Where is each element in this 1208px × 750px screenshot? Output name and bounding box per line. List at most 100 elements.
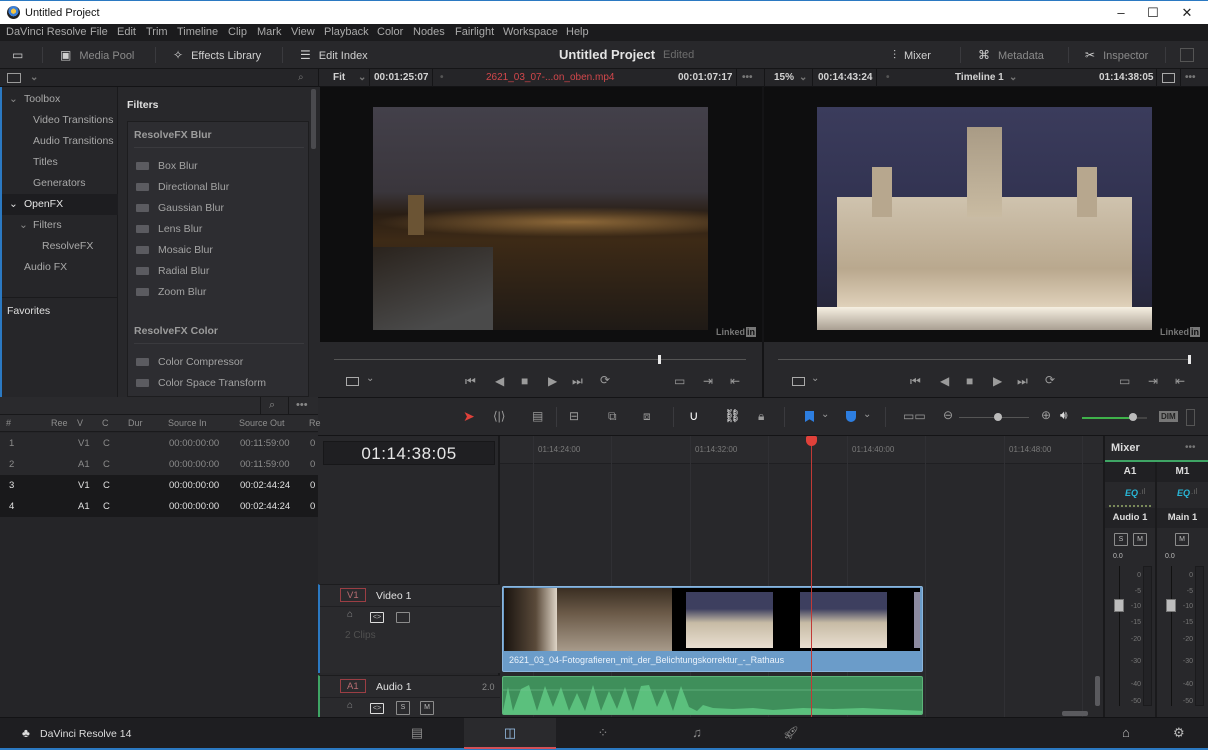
zoom-out-icon[interactable]: ⊖ [943, 408, 953, 422]
solo-button[interactable]: S [396, 701, 410, 715]
minimize-button[interactable]: – [1106, 4, 1136, 22]
jump-to-end-icon[interactable]: ⏭ [1017, 374, 1028, 389]
replace-clip-icon[interactable]: ⧈ [643, 409, 651, 424]
mark-in-icon[interactable]: ⇥ [703, 374, 713, 388]
jump-to-end-icon[interactable]: ⏭ [572, 374, 583, 389]
effects-library-button[interactable]: ✧ Effects Library [173, 41, 261, 69]
col-header[interactable]: Re [309, 418, 321, 428]
menu-trim[interactable]: Trim [146, 26, 168, 38]
source-more-button[interactable]: ••• [742, 72, 753, 83]
zoom-in-icon[interactable]: ⊕ [1041, 408, 1051, 422]
trim-tool-icon[interactable]: ⟨|⟩ [493, 409, 505, 423]
col-header[interactable]: Ree [51, 418, 68, 428]
zoom-slider-handle[interactable] [993, 413, 1002, 421]
mute-button[interactable]: M [1175, 533, 1189, 546]
fader-track[interactable] [1119, 566, 1120, 706]
auto-select-icon[interactable]: <> [370, 703, 384, 714]
tree-item-openfx[interactable]: ⌄ OpenFX [2, 194, 118, 215]
chevron-down-icon[interactable]: ⌄ [1009, 72, 1017, 83]
timeline-more-button[interactable]: ••• [1185, 72, 1196, 83]
snapping-icon[interactable]: ∪ [689, 408, 699, 424]
mark-in-icon[interactable]: ⇥ [1148, 374, 1158, 388]
solo-button[interactable]: S [1114, 533, 1128, 546]
panel-layout-icon[interactable] [7, 73, 21, 83]
disable-track-icon[interactable] [396, 612, 410, 623]
overwrite-clip-icon[interactable]: ⧉ [608, 409, 617, 424]
source-clip-name[interactable]: 2621_03_07-...on_oben.mp4 [486, 72, 614, 83]
menu-playback[interactable]: Playback [324, 26, 369, 38]
col-header[interactable]: C [102, 418, 109, 428]
play-icon[interactable]: ▶ [548, 374, 557, 388]
gear-icon[interactable]: ⚙ [1173, 725, 1185, 741]
chevron-down-icon[interactable]: ⌄ [811, 373, 819, 384]
lock-icon[interactable]: ⌂ [347, 700, 353, 711]
speaker-icon[interactable]: 🔊︎ [1060, 408, 1068, 423]
menu-mark[interactable]: Mark [257, 26, 281, 38]
menu-color[interactable]: Color [377, 26, 403, 38]
col-header[interactable]: Source In [168, 418, 207, 428]
tree-item-titles[interactable]: Titles [2, 152, 118, 173]
page-tab-edit[interactable]: ◫ [464, 718, 556, 749]
menu-view[interactable]: View [291, 26, 315, 38]
play-reverse-icon[interactable]: ◀ [940, 374, 949, 388]
source-playhead-handle[interactable] [658, 355, 662, 364]
audio-track-header[interactable]: A1 Audio 1 2.0 ⌂ <> S M [318, 675, 500, 717]
media-pool-button[interactable]: ▣ Media Pool [60, 41, 134, 69]
linked-selection-icon[interactable]: ⛓ [724, 408, 741, 424]
mark-out-icon[interactable]: ⇤ [1175, 374, 1185, 388]
mixer-more-button[interactable]: ••• [1185, 442, 1196, 453]
marker-icon[interactable] [846, 411, 856, 422]
flag-icon[interactable] [805, 411, 814, 422]
loop-icon[interactable]: ⟳ [600, 373, 610, 387]
fx-item[interactable]: Lens Blur [136, 223, 202, 235]
tree-item-audio-fx[interactable]: Audio FX [2, 257, 118, 278]
menu-timeline[interactable]: Timeline [177, 26, 218, 38]
page-tab-color[interactable]: ⁘ [557, 718, 649, 749]
fx-item[interactable]: Zoom Blur [136, 286, 206, 298]
lock-icon[interactable]: ⌂ [347, 609, 353, 620]
track-badge[interactable]: V1 [340, 588, 366, 602]
source-scrubber[interactable] [334, 359, 746, 360]
chevron-down-icon[interactable]: ⌄ [366, 373, 374, 384]
fx-item[interactable]: Color Compressor [136, 356, 243, 368]
timeline-playhead[interactable] [811, 436, 812, 717]
search-icon[interactable]: ⌕ [298, 72, 304, 83]
col-header[interactable]: # [6, 418, 11, 428]
blade-tool-icon[interactable]: ▤ [532, 409, 543, 423]
tree-item-filters[interactable]: ⌄ Filters [2, 215, 118, 236]
search-icon[interactable]: ⌕ [269, 399, 275, 412]
tree-item-audio-transitions[interactable]: Audio Transitions [2, 131, 118, 152]
chevron-down-icon[interactable]: ⌄ [799, 72, 807, 83]
table-row[interactable]: 3 V1 C 00:00:00:00 00:02:44:24 0 [0, 475, 318, 496]
mute-button[interactable]: M [1133, 533, 1147, 546]
menu-nodes[interactable]: Nodes [413, 26, 445, 38]
page-tab-deliver[interactable]: 🚀︎ [745, 718, 837, 749]
auto-select-icon[interactable]: <> [370, 612, 384, 623]
metadata-button[interactable]: ⌘ Metadata [978, 41, 1044, 69]
timeline-ruler[interactable]: 01:14:24:00 01:14:32:00 01:14:40:00 01:1… [500, 436, 1103, 464]
page-tab-media[interactable]: ▤ [371, 718, 463, 749]
timeline-viewer[interactable]: Linked in [764, 87, 1208, 342]
menu-edit[interactable]: Edit [117, 26, 136, 38]
timeline-scrubber[interactable] [778, 359, 1190, 360]
eq-button[interactable]: EQ [1177, 488, 1190, 498]
workspace-toggle-button[interactable]: ▭ [12, 41, 31, 69]
match-frame-icon[interactable]: ▭ [674, 374, 685, 388]
favorites-header[interactable]: Favorites [2, 301, 118, 322]
page-tab-fairlight[interactable]: ♫ [651, 718, 743, 749]
fx-item[interactable]: Directional Blur [136, 181, 229, 193]
close-button[interactable]: ✕ [1172, 4, 1202, 22]
chevron-down-icon[interactable]: ⌄ [30, 72, 38, 83]
volume-slider-handle[interactable] [1128, 413, 1137, 421]
fx-item[interactable]: Color Space Transform [136, 377, 266, 389]
tree-item-resolvefx[interactable]: ResolveFX [2, 236, 118, 257]
menu-workspace[interactable]: Workspace [503, 26, 558, 38]
eq-button[interactable]: EQ [1125, 488, 1138, 498]
chevron-down-icon[interactable]: ⌄ [358, 72, 366, 83]
filters-scrollbar[interactable] [311, 89, 316, 149]
jump-to-start-icon[interactable]: ⏮ [465, 374, 476, 389]
chevron-down-icon[interactable]: ⌄ [821, 409, 829, 420]
stop-icon[interactable]: ■ [966, 374, 973, 388]
table-row[interactable]: 2 A1 C 00:00:00:00 00:11:59:00 0 [0, 454, 318, 475]
col-header[interactable]: V [77, 418, 83, 428]
